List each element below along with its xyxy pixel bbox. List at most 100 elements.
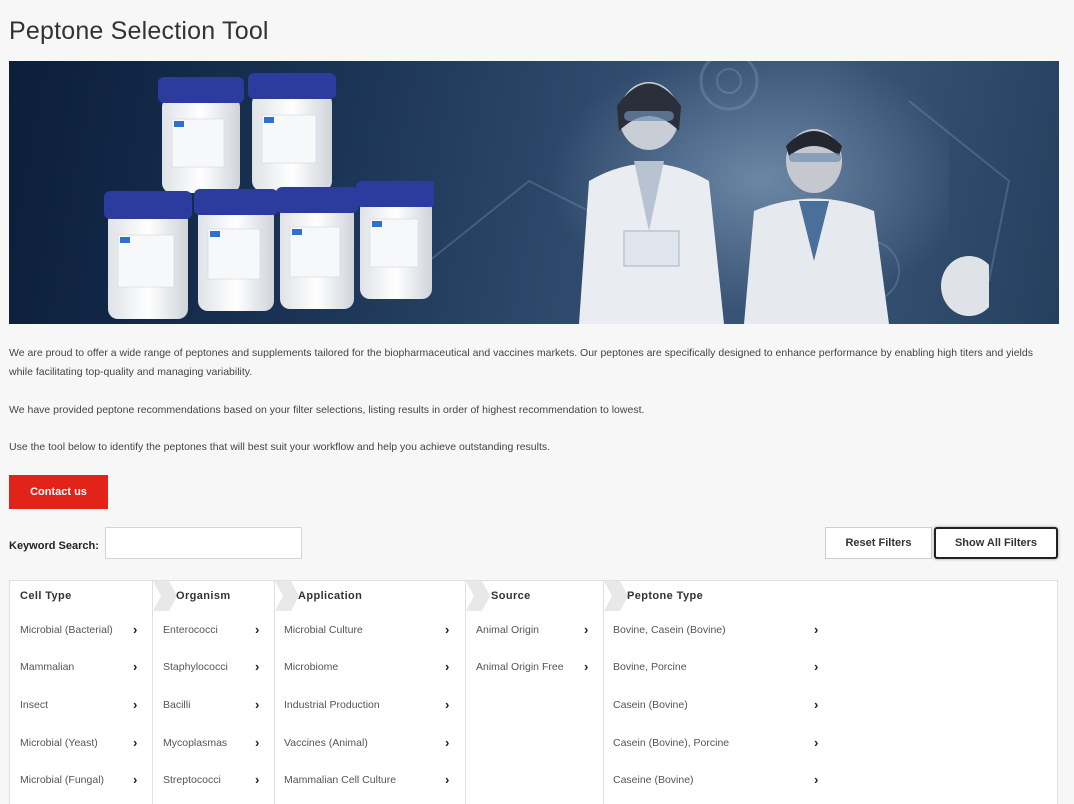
- keyword-search-label: Keyword Search:: [9, 540, 99, 552]
- chevron-right-icon: ›: [814, 772, 819, 787]
- filter-item-label: Insect: [20, 699, 49, 711]
- hero-product-jars: [104, 73, 434, 319]
- chevron-right-icon: ›: [255, 697, 260, 712]
- filter-heading-peptone-type: Peptone Type: [627, 590, 704, 602]
- filter-item-cell-type[interactable]: Insect ›: [10, 696, 152, 716]
- jar-bottom-2: [194, 189, 278, 311]
- filter-item-label: Microbiome: [284, 661, 339, 673]
- jar-top-right: [248, 73, 336, 191]
- filter-column-organism: Organism Enterococci › Staphylococci › B…: [152, 581, 274, 804]
- chevron-right-icon: ›: [255, 772, 260, 787]
- filter-item-peptone-type[interactable]: Casein (Bovine), Porcine ›: [604, 734, 833, 754]
- filter-header-organism[interactable]: Organism: [153, 581, 274, 611]
- filter-item-label: Mammalian Cell Culture: [284, 774, 397, 786]
- filter-header-source[interactable]: Source: [466, 581, 603, 611]
- reset-filters-button[interactable]: Reset Filters: [825, 527, 932, 559]
- filter-column-cell-type: Cell Type Microbial (Bacterial) › Mammal…: [10, 581, 152, 804]
- hero-scientists: [579, 82, 989, 324]
- filter-heading-application: Application: [298, 590, 363, 602]
- jar-bottom-3: [276, 187, 358, 309]
- chevron-right-icon: ›: [584, 622, 589, 637]
- chevron-right-icon: ›: [445, 659, 450, 674]
- chevron-right-icon: ›: [255, 622, 260, 637]
- filter-panel: Cell Type Microbial (Bacterial) › Mammal…: [9, 580, 1058, 804]
- filter-column-application: Application Microbial Culture › Microbio…: [274, 581, 465, 804]
- jar-bottom-1: [104, 191, 192, 319]
- filter-item-cell-type[interactable]: Microbial (Fungal) ›: [10, 771, 152, 791]
- filter-item-label: Enterococci: [163, 624, 218, 636]
- filter-heading-organism: Organism: [176, 590, 231, 602]
- show-all-filters-button[interactable]: Show All Filters: [934, 527, 1058, 559]
- intro-paragraph-3: Use the tool below to identify the pepto…: [9, 441, 551, 453]
- filter-item-label: Microbial (Bacterial): [20, 624, 113, 636]
- filter-item-label: Bovine, Porcine: [613, 661, 687, 673]
- filter-item-label: Vaccines (Animal): [284, 737, 368, 749]
- hero-banner: [9, 61, 1059, 324]
- filter-item-label: Animal Origin: [476, 624, 540, 636]
- filter-item-application[interactable]: Microbiome ›: [275, 658, 465, 678]
- filter-item-organism[interactable]: Streptococci ›: [153, 771, 274, 791]
- chevron-right-icon: ›: [814, 735, 819, 750]
- jar-bottom-4: [356, 181, 434, 299]
- filter-item-label: Industrial Production: [284, 699, 380, 711]
- filter-header-application[interactable]: Application: [275, 581, 465, 611]
- filter-item-cell-type[interactable]: Mammalian ›: [10, 658, 152, 678]
- page-title: Peptone Selection Tool: [9, 17, 269, 45]
- filter-item-organism[interactable]: Enterococci ›: [153, 621, 274, 641]
- filter-item-cell-type[interactable]: Microbial (Yeast) ›: [10, 734, 152, 754]
- chevron-right-icon: ›: [445, 772, 450, 787]
- filter-item-application[interactable]: Vaccines (Animal) ›: [275, 734, 465, 754]
- filter-item-label: Microbial (Fungal): [20, 774, 105, 786]
- intro-paragraph-2: We have provided peptone recommendations…: [9, 404, 645, 416]
- filter-item-label: Microbial Culture: [284, 624, 363, 636]
- intro-paragraph-1: We are proud to offer a wide range of pe…: [9, 347, 1033, 378]
- chevron-right-icon: ›: [255, 735, 260, 750]
- filter-item-label: Caseine (Bovine): [613, 774, 694, 786]
- filter-heading-cell-type: Cell Type: [20, 590, 72, 602]
- filter-item-label: Streptococci: [163, 774, 221, 786]
- filter-item-label: Casein (Bovine), Porcine: [613, 737, 730, 749]
- chevron-right-icon: ›: [814, 659, 819, 674]
- filter-item-application[interactable]: Industrial Production ›: [275, 696, 465, 716]
- chevron-right-icon: ›: [445, 622, 450, 637]
- filter-item-label: Microbial (Yeast): [20, 737, 98, 749]
- filter-item-organism[interactable]: Mycoplasmas ›: [153, 734, 274, 754]
- chevron-right-icon: ›: [133, 735, 138, 750]
- filter-item-label: Bacilli: [163, 699, 191, 711]
- filter-item-peptone-type[interactable]: Casein (Bovine) ›: [604, 696, 833, 716]
- filter-heading-source: Source: [491, 590, 531, 602]
- filter-item-peptone-type[interactable]: Bovine, Casein (Bovine) ›: [604, 621, 833, 641]
- chevron-right-icon: ›: [814, 697, 819, 712]
- filter-item-label: Casein (Bovine): [613, 699, 688, 711]
- filter-item-cell-type[interactable]: Microbial (Bacterial) ›: [10, 621, 152, 641]
- contact-us-button[interactable]: Contact us: [9, 475, 108, 509]
- filter-item-organism[interactable]: Staphylococci ›: [153, 658, 274, 678]
- filter-item-label: Mammalian: [20, 661, 75, 673]
- filter-item-label: Mycoplasmas: [163, 737, 228, 749]
- chevron-right-icon: ›: [133, 622, 138, 637]
- filter-item-peptone-type[interactable]: Bovine, Porcine ›: [604, 658, 833, 678]
- filter-item-application[interactable]: Microbial Culture ›: [275, 621, 465, 641]
- chevron-right-icon: ›: [133, 697, 138, 712]
- filter-item-source[interactable]: Animal Origin ›: [466, 621, 603, 641]
- filter-column-peptone-type: Peptone Type Bovine, Casein (Bovine) › B…: [603, 581, 833, 804]
- filter-column-source: Source Animal Origin › Animal Origin Fre…: [465, 581, 603, 804]
- filter-item-application[interactable]: Mammalian Cell Culture ›: [275, 771, 465, 791]
- chevron-right-icon: ›: [445, 697, 450, 712]
- filter-header-cell-type[interactable]: Cell Type: [10, 581, 152, 611]
- keyword-search-input[interactable]: [105, 527, 302, 559]
- filter-item-label: Animal Origin Free: [476, 661, 564, 673]
- chevron-right-icon: ›: [255, 659, 260, 674]
- chevron-right-icon: ›: [814, 622, 819, 637]
- filter-item-source[interactable]: Animal Origin Free ›: [466, 658, 603, 678]
- filter-header-peptone-type[interactable]: Peptone Type: [604, 581, 833, 611]
- filter-item-organism[interactable]: Bacilli ›: [153, 696, 274, 716]
- filter-item-label: Bovine, Casein (Bovine): [613, 624, 726, 636]
- chevron-right-icon: ›: [584, 659, 589, 674]
- chevron-right-icon: ›: [133, 659, 138, 674]
- filter-item-label: Staphylococci: [163, 661, 228, 673]
- jar-top-left: [158, 77, 244, 193]
- chevron-right-icon: ›: [133, 772, 138, 787]
- chevron-right-icon: ›: [445, 735, 450, 750]
- filter-item-peptone-type[interactable]: Caseine (Bovine) ›: [604, 771, 833, 791]
